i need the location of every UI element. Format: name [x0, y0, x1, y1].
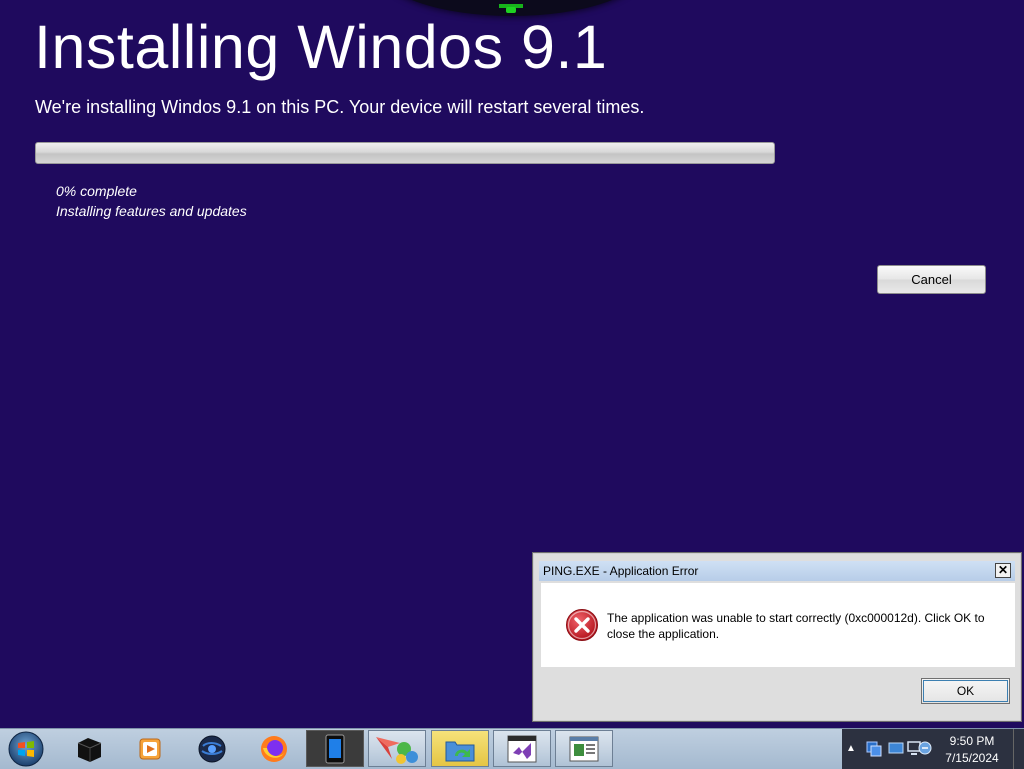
network-app-icon — [376, 736, 418, 764]
taskbar-item-tablet-app[interactable] — [306, 730, 364, 767]
application-error-dialog: PING.EXE - Application Error ✕ The appli… — [532, 552, 1022, 722]
start-button[interactable] — [6, 730, 46, 768]
clock-time[interactable]: 9:50 PM — [942, 734, 1002, 748]
taskbar-item-firefox[interactable] — [245, 730, 303, 767]
folder-refresh-icon — [445, 741, 475, 761]
tablet-app-icon — [325, 734, 345, 763]
firefox-icon — [261, 735, 287, 762]
taskbar-item-media-player[interactable] — [121, 730, 179, 767]
error-message: The application was unable to start corr… — [607, 611, 985, 641]
visual-studio-icon — [507, 735, 537, 762]
dialog-title: PING.EXE - Application Error — [543, 564, 699, 578]
taskbar-item-black-cube[interactable] — [60, 730, 118, 767]
document-window-icon — [569, 736, 599, 761]
taskbar-item-visual-studio[interactable] — [493, 730, 551, 767]
progress-percent-text: 0% complete — [56, 183, 137, 199]
install-description: We're installing Windos 9.1 on this PC. … — [35, 97, 645, 117]
ok-button[interactable]: OK — [921, 678, 1010, 704]
system-tray: ▲ 9:50 PM 7/15/2024 — [842, 729, 1024, 769]
taskbar-item-network-app[interactable] — [368, 730, 426, 767]
dialog-titlebar[interactable]: PING.EXE - Application Error ✕ — [539, 561, 1015, 581]
network-tray-icon[interactable] — [866, 739, 882, 757]
show-hidden-icons-arrow-icon[interactable]: ▲ — [846, 743, 856, 754]
clock-date[interactable]: 7/15/2024 — [942, 751, 1002, 765]
dialog-body: The application was unable to start corr… — [541, 583, 1015, 667]
show-desktop-button[interactable] — [1013, 729, 1024, 769]
black-cube-app-icon — [77, 737, 102, 762]
display-tray-icon[interactable] — [888, 739, 904, 757]
media-player-icon — [139, 738, 161, 759]
install-progress-bar — [35, 142, 775, 164]
progress-detail-text: Installing features and updates — [56, 203, 247, 219]
globe-app-icon — [198, 735, 226, 762]
volume-tray-icon[interactable] — [918, 739, 932, 757]
taskbar-item-document-window[interactable] — [555, 730, 613, 767]
error-icon — [566, 609, 598, 641]
close-button[interactable]: ✕ — [995, 563, 1011, 578]
cancel-button[interactable]: Cancel — [877, 265, 986, 294]
taskbar-item-globe-app[interactable] — [183, 730, 241, 767]
page-title: Installing Windos 9.1 — [34, 13, 608, 81]
taskbar: ▲ 9:50 PM 7/15/2024 — [0, 728, 1024, 769]
taskbar-item-folder-refresh[interactable] — [431, 730, 489, 767]
